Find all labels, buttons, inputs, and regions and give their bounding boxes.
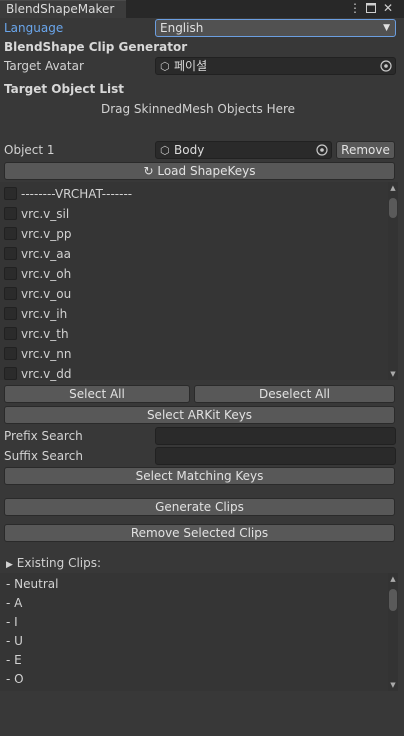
close-icon[interactable]: ✕ — [381, 0, 395, 16]
existing-clips-list: - Neutral - A - I - U - E - O ▲ ▼ — [0, 573, 398, 691]
prefix-search-input[interactable] — [155, 427, 396, 445]
clip-list-item[interactable]: - I — [6, 614, 18, 630]
foldout-arrow-icon: ▶ — [6, 560, 13, 570]
refresh-icon: ↻ — [143, 164, 154, 178]
object-picker-icon[interactable] — [379, 59, 393, 73]
scrollbar-thumb[interactable] — [389, 589, 397, 611]
shapekey-label: vrc.v_nn — [21, 347, 72, 361]
shapekey-row[interactable]: vrc.v_aa — [4, 246, 384, 262]
shapekey-label: vrc.v_sil — [21, 207, 70, 221]
select-matching-keys-button[interactable]: Select Matching Keys — [4, 467, 395, 485]
scrollbar-thumb[interactable] — [389, 198, 397, 218]
object-picker-icon[interactable] — [315, 143, 329, 157]
shapekey-row[interactable]: vrc.v_ih — [4, 306, 384, 322]
shapekey-scrollbar[interactable]: ▲ ▼ — [388, 182, 398, 380]
select-all-button[interactable]: Select All — [4, 385, 190, 403]
clip-list-item[interactable]: - E — [6, 652, 22, 668]
maximize-icon[interactable] — [364, 0, 378, 16]
shapekey-checkbox[interactable] — [4, 187, 17, 200]
shapekey-row[interactable]: vrc.v_pp — [4, 226, 384, 242]
shapekey-checkbox[interactable] — [4, 347, 17, 360]
scroll-up-icon[interactable]: ▲ — [388, 575, 398, 583]
shapekey-label: vrc.v_dd — [21, 367, 72, 381]
target-avatar-field[interactable]: ⬡ 페이셜 — [155, 57, 396, 75]
suffix-search-label: Suffix Search — [4, 449, 83, 463]
generate-clips-button[interactable]: Generate Clips — [4, 498, 395, 516]
shapekey-label: vrc.v_th — [21, 327, 69, 341]
shapekey-row[interactable]: vrc.v_nn — [4, 346, 384, 362]
target-object-list-title: Target Object List — [4, 82, 125, 96]
cube-icon: ⬡ — [160, 144, 170, 157]
shapekey-row[interactable]: vrc.v_ou — [4, 286, 384, 302]
load-shapekeys-label: Load ShapeKeys — [157, 164, 256, 178]
shapekey-label: vrc.v_oh — [21, 267, 72, 281]
load-shapekeys-button[interactable]: ↻ Load ShapeKeys — [4, 162, 395, 180]
shapekey-checkbox[interactable] — [4, 367, 17, 380]
section-title: BlendShape Clip Generator — [4, 40, 188, 54]
shapekey-checkbox[interactable] — [4, 287, 17, 300]
shapekey-checkbox[interactable] — [4, 307, 17, 320]
shapekey-checkbox[interactable] — [4, 227, 17, 240]
object1-field[interactable]: ⬡ Body — [155, 141, 332, 159]
select-arkit-keys-button[interactable]: Select ARKit Keys — [4, 406, 395, 424]
scroll-down-icon[interactable]: ▼ — [388, 681, 398, 689]
target-avatar-value: 페이셜 — [174, 59, 208, 73]
shapekey-row[interactable]: vrc.v_dd — [4, 366, 384, 382]
shapekey-label: vrc.v_ou — [21, 287, 72, 301]
shapekey-list: --------VRCHAT------- vrc.v_sil vrc.v_ppvr… — [0, 182, 398, 382]
clip-list-item[interactable]: - A — [6, 595, 22, 611]
shapekey-row[interactable]: --------VRCHAT------- — [4, 186, 384, 202]
shapekey-checkbox[interactable] — [4, 327, 17, 340]
target-avatar-label: Target Avatar — [4, 59, 84, 73]
language-dropdown[interactable]: English ▼ — [155, 19, 396, 37]
window-title: BlendShapeMaker — [6, 2, 115, 16]
object1-label: Object 1 — [4, 143, 55, 157]
shapekey-row[interactable]: vrc.v_oh — [4, 266, 384, 282]
clip-list-item[interactable]: - U — [6, 633, 23, 649]
shapekey-label: vrc.v_ih — [21, 307, 68, 321]
shapekey-checkbox[interactable] — [4, 207, 17, 220]
suffix-search-input[interactable] — [155, 447, 396, 465]
language-value: English — [160, 21, 204, 35]
deselect-all-button[interactable]: Deselect All — [194, 385, 395, 403]
chevron-down-icon: ▼ — [383, 23, 390, 33]
clip-list-item[interactable]: - Neutral — [6, 576, 58, 592]
prefix-search-label: Prefix Search — [4, 429, 83, 443]
remove-object-button[interactable]: Remove — [336, 141, 395, 159]
shapekey-label: vrc.v_pp — [21, 227, 72, 241]
shapekey-checkbox[interactable] — [4, 267, 17, 280]
shapekey-row[interactable]: vrc.v_sil — [4, 206, 384, 222]
language-label: Language — [4, 21, 64, 35]
window-tab[interactable]: BlendShapeMaker — [0, 0, 126, 18]
existing-clips-foldout[interactable]: ▶ Existing Clips: — [6, 555, 101, 573]
kebab-menu-icon[interactable]: ⋮ — [348, 0, 362, 16]
shapekey-label: --------VRCHAT------- — [21, 187, 133, 201]
shapekey-checkbox[interactable] — [4, 247, 17, 260]
cube-icon: ⬡ — [160, 60, 170, 73]
object1-value: Body — [174, 143, 205, 157]
existing-clips-title: Existing Clips: — [16, 556, 102, 570]
window-tab-bar: BlendShapeMaker ⋮ ✕ — [0, 0, 404, 18]
scroll-down-icon[interactable]: ▼ — [388, 370, 398, 378]
scroll-up-icon[interactable]: ▲ — [388, 184, 398, 192]
drop-area-hint[interactable]: Drag SkinnedMesh Objects Here — [0, 101, 396, 117]
clip-list-item[interactable]: - O — [6, 671, 24, 687]
clips-scrollbar[interactable]: ▲ ▼ — [388, 573, 398, 691]
remove-selected-clips-button[interactable]: Remove Selected Clips — [4, 524, 395, 542]
shapekey-label: vrc.v_aa — [21, 247, 71, 261]
shapekey-row[interactable]: vrc.v_th — [4, 326, 384, 342]
